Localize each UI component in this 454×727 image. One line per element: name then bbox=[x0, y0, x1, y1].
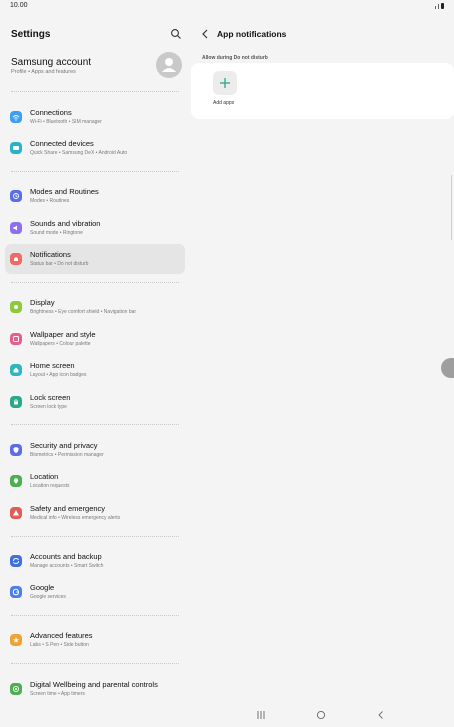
sidebar-item-connected-devices[interactable]: Connected devices Quick Share • Samsung D… bbox=[5, 133, 185, 163]
sidebar-item-security-and-privacy[interactable]: Security and privacy Biometrics • Permiss… bbox=[5, 435, 185, 465]
allowed-apps-card: Add apps bbox=[191, 63, 454, 119]
divider bbox=[11, 615, 179, 616]
signal-battery-icon bbox=[435, 3, 444, 9]
divider bbox=[11, 536, 179, 537]
speaker-icon bbox=[10, 222, 22, 234]
google-icon bbox=[10, 586, 22, 598]
divider bbox=[11, 663, 179, 664]
sidebar-item-subtitle: Medical info • Wireless emergency alerts bbox=[30, 515, 121, 521]
sidebar-item-label: Google bbox=[30, 583, 55, 592]
sidebar-item-subtitle: Status bar • Do not disturb bbox=[30, 261, 89, 267]
emergency-icon bbox=[10, 507, 22, 519]
sidebar-item-label: Display bbox=[30, 298, 55, 307]
sidebar-item-subtitle: Wallpapers • Colour palette bbox=[30, 341, 91, 347]
sidebar-item-sounds-and-vibration[interactable]: Sounds and vibration Sound mode • Rington… bbox=[5, 213, 185, 243]
sidebar-item-label: Lock screen bbox=[30, 393, 71, 402]
sidebar-item-label: Connections bbox=[30, 108, 72, 117]
sidebar-item-subtitle: Wi-Fi • Bluetooth • SIM manager bbox=[30, 119, 102, 125]
sidebar-item-label: Accounts and backup bbox=[30, 552, 102, 561]
sidebar-item-google[interactable]: Google Google services bbox=[5, 577, 185, 607]
shield-icon bbox=[10, 444, 22, 456]
sidebar-item-label: Notifications bbox=[30, 250, 71, 259]
sidebar-item-subtitle: Labs • S Pen • Side button bbox=[30, 642, 89, 648]
sidebar-item-subtitle: Sound mode • Ringtone bbox=[30, 230, 83, 236]
account-sub: Profile • Apps and features bbox=[11, 69, 76, 75]
back-button-icon[interactable] bbox=[376, 710, 386, 720]
sidebar-item-subtitle: Google services bbox=[30, 594, 66, 600]
sidebar-item-label: Sounds and vibration bbox=[30, 219, 101, 228]
location-icon bbox=[10, 475, 22, 487]
star-icon bbox=[10, 634, 22, 646]
sidebar-item-accounts-and-backup[interactable]: Accounts and backup Manage accounts • Sma… bbox=[5, 546, 185, 576]
sidebar-item-label: Digital Wellbeing and parental controls bbox=[30, 680, 158, 689]
settings-panel: Settings Samsung account Profile • Apps … bbox=[0, 14, 191, 704]
home-icon bbox=[10, 364, 22, 376]
add-apps-label: Add apps bbox=[213, 100, 235, 106]
divider bbox=[11, 424, 179, 425]
sidebar-item-wallpaper-and-style[interactable]: Wallpaper and style Wallpapers • Colour p… bbox=[5, 324, 185, 354]
sidebar-item-lock-screen[interactable]: Lock screen Screen lock type bbox=[5, 387, 185, 417]
bell-icon bbox=[10, 253, 22, 265]
person-icon bbox=[162, 58, 176, 72]
divider bbox=[11, 282, 179, 283]
wifi-icon bbox=[10, 111, 22, 123]
sun-icon bbox=[10, 301, 22, 313]
sidebar-item-subtitle: Layout • App icon badges bbox=[30, 372, 87, 378]
sidebar-item-subtitle: Brightness • Eye comfort shield • Naviga… bbox=[30, 309, 137, 315]
search-icon[interactable] bbox=[170, 28, 182, 40]
sidebar-item-label: Security and privacy bbox=[30, 441, 98, 450]
sidebar-item-subtitle: Modes • Routines bbox=[30, 198, 70, 204]
sidebar-item-location[interactable]: Location Location requests bbox=[5, 466, 185, 496]
sidebar-item-advanced-features[interactable]: Advanced features Labs • S Pen • Side but… bbox=[5, 625, 185, 655]
wellbeing-icon bbox=[10, 683, 22, 695]
page-title: App notifications bbox=[217, 29, 287, 39]
divider bbox=[11, 91, 179, 92]
sidebar-item-label: Location bbox=[30, 472, 59, 481]
devices-icon bbox=[10, 142, 22, 154]
status-time: 10.00 bbox=[10, 2, 28, 9]
sidebar-item-connections[interactable]: Connections Wi-Fi • Bluetooth • SIM manag… bbox=[5, 102, 185, 132]
plus-icon bbox=[220, 78, 230, 88]
sidebar-item-label: Advanced features bbox=[30, 631, 93, 640]
sidebar-item-subtitle: Biometrics • Permission manager bbox=[30, 452, 104, 458]
wallpaper-icon bbox=[10, 333, 22, 345]
lock-icon bbox=[10, 396, 22, 408]
sidebar-item-label: Connected devices bbox=[30, 139, 94, 148]
sidebar-item-subtitle: Location requests bbox=[30, 483, 70, 489]
avatar bbox=[156, 52, 182, 78]
back-arrow-icon[interactable] bbox=[200, 28, 210, 40]
sidebar-item-subtitle: Screen time • App timers bbox=[30, 691, 85, 697]
status-bar: 10.00 bbox=[0, 0, 454, 14]
sync-icon bbox=[10, 555, 22, 567]
navigation-bar bbox=[0, 704, 454, 727]
sidebar-item-display[interactable]: Display Brightness • Eye comfort shield •… bbox=[5, 292, 185, 322]
sidebar-item-subtitle: Quick Share • Samsung DeX • Android Auto bbox=[30, 150, 128, 156]
settings-title: Settings bbox=[11, 29, 51, 40]
add-apps-button[interactable] bbox=[213, 71, 237, 95]
sidebar-item-home-screen[interactable]: Home screen Layout • App icon badges bbox=[5, 355, 185, 385]
samsung-account[interactable]: Samsung account Profile • Apps and featu… bbox=[0, 52, 191, 92]
sidebar-item-subtitle: Manage accounts • Smart Switch bbox=[30, 563, 104, 569]
modes-icon bbox=[10, 190, 22, 202]
sidebar-item-label: Modes and Routines bbox=[30, 187, 99, 196]
sidebar-item-label: Safety and emergency bbox=[30, 504, 106, 513]
edge-panel-handle[interactable] bbox=[441, 358, 454, 378]
recent-apps-icon[interactable] bbox=[256, 710, 266, 720]
sidebar-item-label: Wallpaper and style bbox=[30, 330, 96, 339]
allow-label: Allow during Do not disturb bbox=[202, 55, 268, 61]
sidebar-item-modes-and-routines[interactable]: Modes and Routines Modes • Routines bbox=[5, 181, 185, 211]
sidebar-item-label: Home screen bbox=[30, 361, 75, 370]
home-button-icon[interactable] bbox=[316, 710, 326, 720]
divider bbox=[11, 171, 179, 172]
account-name: Samsung account bbox=[11, 57, 92, 68]
sidebar-item-subtitle: Screen lock type bbox=[30, 404, 67, 410]
sidebar-item-safety-and-emergency[interactable]: Safety and emergency Medical info • Wirel… bbox=[5, 498, 185, 528]
sidebar-item-digital-wellbeing-and-parental-controls[interactable]: Digital Wellbeing and parental controls S… bbox=[5, 674, 185, 704]
sidebar-item-notifications[interactable]: Notifications Status bar • Do not disturb bbox=[5, 244, 185, 274]
